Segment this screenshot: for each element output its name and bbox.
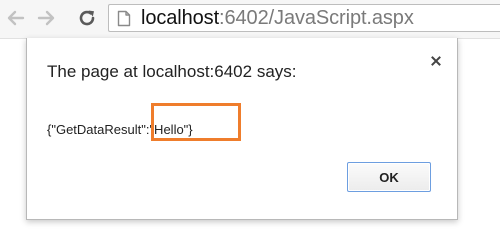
url-path: :6402/JavaScript.aspx: [219, 7, 414, 29]
arrow-left-icon: [7, 10, 25, 26]
dialog-title: The page at localhost:6402 says:: [47, 62, 297, 81]
page-icon: [117, 10, 131, 27]
reload-icon: [79, 10, 95, 26]
alert-dialog: The page at localhost:6402 says: {"GetDa…: [26, 38, 458, 220]
close-button[interactable]: [429, 54, 443, 68]
address-bar[interactable]: localhost:6402/JavaScript.aspx: [108, 4, 500, 32]
reload-button[interactable]: [75, 6, 99, 30]
close-icon: [431, 56, 441, 66]
url-text: localhost:6402/JavaScript.aspx: [141, 6, 414, 30]
back-button[interactable]: [4, 6, 28, 30]
arrow-right-icon: [37, 10, 55, 26]
highlight-annotation-box: [151, 103, 241, 141]
forward-button[interactable]: [34, 6, 58, 30]
ok-button[interactable]: OK: [347, 162, 431, 192]
url-host: localhost: [141, 7, 220, 29]
browser-toolbar: localhost:6402/JavaScript.aspx: [0, 0, 500, 39]
